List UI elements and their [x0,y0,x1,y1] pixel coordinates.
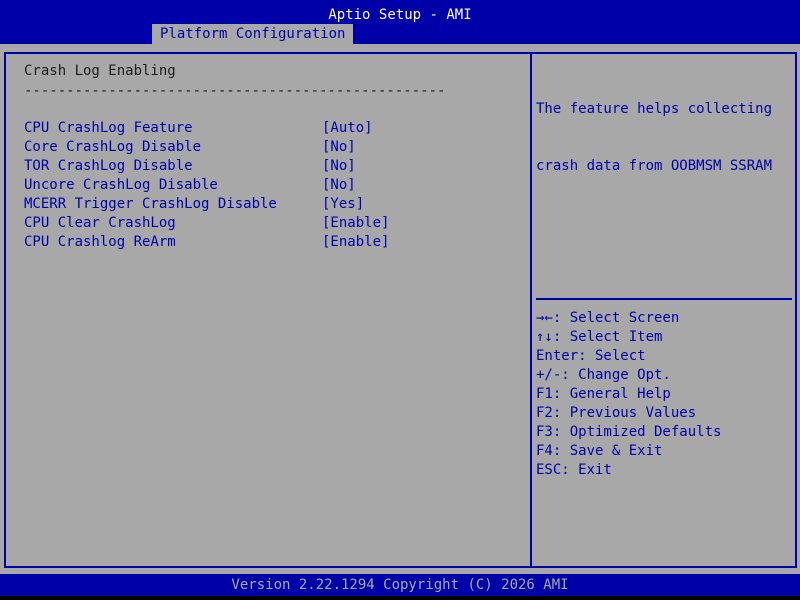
setting-value[interactable]: [No] [322,138,356,157]
settings-list: CPU CrashLog Feature [Auto] Core CrashLo… [24,119,524,252]
setting-cpu-crashlog-feature[interactable]: CPU CrashLog Feature [Auto] [24,119,524,138]
setting-tor-crashlog-disable[interactable]: TOR CrashLog Disable [No] [24,157,524,176]
setting-label: Uncore CrashLog Disable [24,177,218,193]
setting-label: TOR CrashLog Disable [24,158,193,174]
help-divider [536,298,792,300]
setting-mcerr-trigger-crashlog-disable[interactable]: MCERR Trigger CrashLog Disable [Yes] [24,195,524,214]
setting-value[interactable]: [Yes] [322,195,364,214]
bottom-edge [0,596,800,600]
footer-version: Version 2.22.1294 Copyright (C) 2026 AMI [0,574,800,596]
key-help-f3: F3: Optimized Defaults [536,424,722,440]
setting-label: Core CrashLog Disable [24,139,202,155]
setting-label: MCERR Trigger CrashLog Disable [24,196,277,212]
section-title: Crash Log Enabling [24,63,176,79]
tab-platform-configuration[interactable]: Platform Configuration [152,24,354,44]
setting-value[interactable]: [Enable] [322,233,389,252]
setting-label: CPU CrashLog Feature [24,120,193,136]
setting-cpu-crashlog-rearm[interactable]: CPU Crashlog ReArm [Enable] [24,233,524,252]
key-help-select-screen: →←: Select Screen [536,310,680,326]
setting-value[interactable]: [No] [322,176,356,195]
setting-value[interactable]: [Auto] [322,119,373,138]
setting-value[interactable]: [Enable] [322,214,389,233]
setting-label: CPU Crashlog ReArm [24,234,176,250]
key-help-change-opt: +/-: Change Opt. [536,367,671,383]
help-text: The feature helps collecting crash data … [536,62,786,195]
panel-divider [530,52,532,568]
key-help-f4: F4: Save & Exit [536,443,663,459]
setting-core-crashlog-disable[interactable]: Core CrashLog Disable [No] [24,138,524,157]
setting-label: CPU Clear CrashLog [24,215,176,231]
top-bar: Aptio Setup - AMI Platform Configuration [0,0,800,44]
help-line: The feature helps collecting [536,101,773,117]
app-title: Aptio Setup - AMI [328,7,472,23]
section-rule: ----------------------------------------… [24,83,446,99]
key-help-esc: ESC: Exit [536,462,612,478]
setting-uncore-crashlog-disable[interactable]: Uncore CrashLog Disable [No] [24,176,524,195]
setting-cpu-clear-crashlog[interactable]: CPU Clear CrashLog [Enable] [24,214,524,233]
setting-value[interactable]: [No] [322,157,356,176]
key-help-f2: F2: Previous Values [536,405,697,421]
help-line: crash data from OOBMSM SSRAM [536,158,773,174]
key-help-f1: F1: General Help [536,386,671,402]
key-help-list: →←: Select Screen ↑↓: Select Item Enter:… [536,309,786,480]
key-help-enter: Enter: Select [536,348,646,364]
key-help-select-item: ↑↓: Select Item [536,329,663,345]
